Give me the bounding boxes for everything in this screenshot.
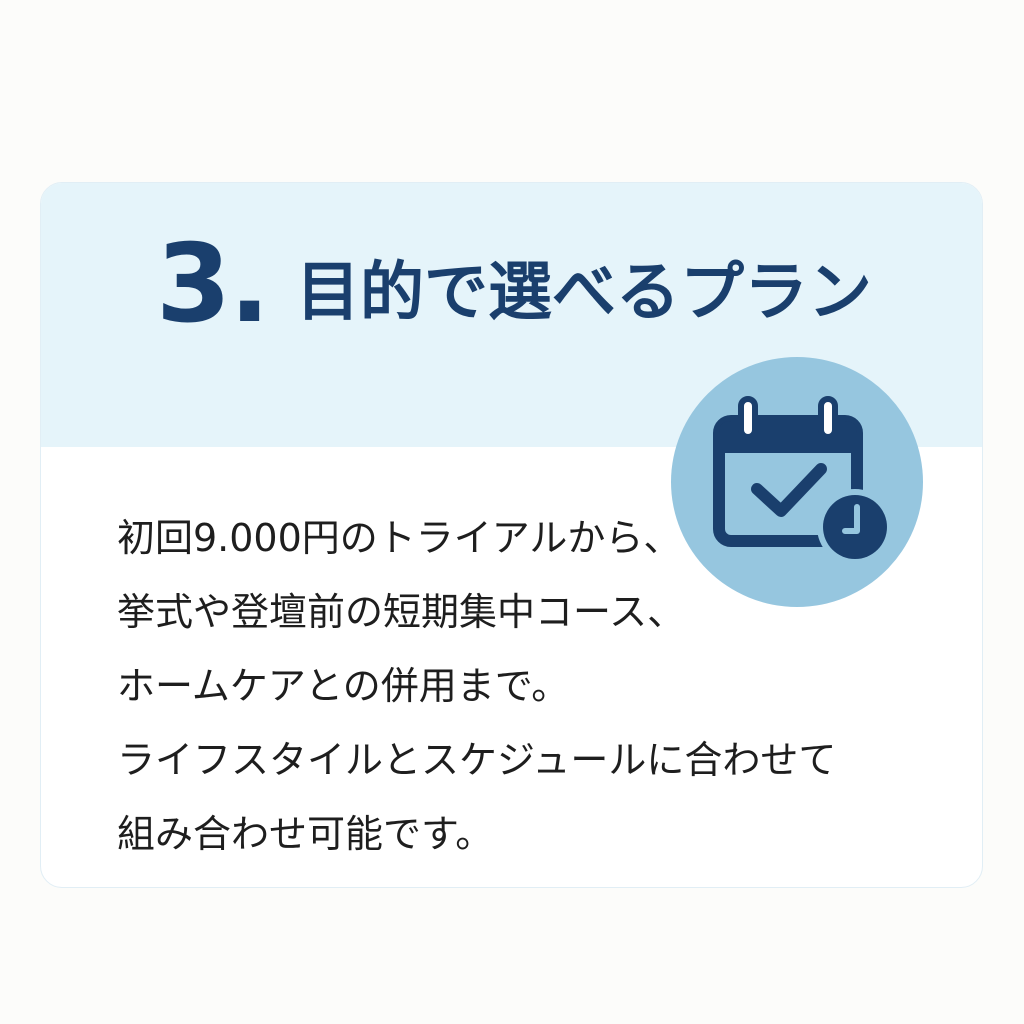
description-line: ライフスタイルとスケジュールに合わせて bbox=[117, 738, 837, 782]
calendar-ring-left bbox=[738, 396, 758, 440]
plan-description: 初回9.000円のトライアルから、 挙式や登壇前の短期集中コース、 ホームケアと… bbox=[117, 501, 917, 871]
section-title: 目的で選べるプラン bbox=[296, 256, 872, 330]
calendar-ring-right bbox=[818, 396, 838, 440]
description-line: 挙式や登壇前の短期集中コース、 bbox=[117, 590, 686, 634]
description-line: 組み合わせ可能です。 bbox=[117, 812, 494, 856]
section-number: 3. bbox=[156, 222, 270, 347]
description-line: ホームケアとの併用まで。 bbox=[117, 664, 570, 708]
plan-card: 3. 目的で選べるプラン 初回9.000円のトライアルから、 挙式や登壇前の短期… bbox=[40, 182, 983, 888]
description-line: 初回9.000円のトライアルから、 bbox=[117, 516, 682, 560]
